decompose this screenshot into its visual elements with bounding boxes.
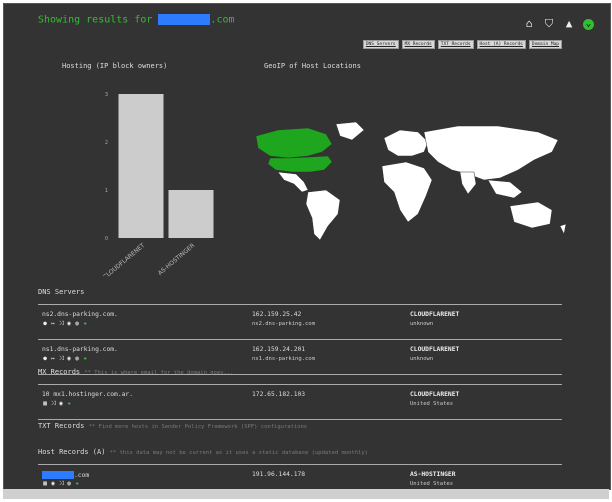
plus-icon[interactable]: ✚ [74, 481, 80, 487]
shuffle-icon[interactable]: ⤨ [58, 356, 64, 362]
globe-icon[interactable]: ● [42, 321, 48, 327]
map-africa [381, 161, 433, 223]
txt-note: ** Find more hosts in Sender Policy Fram… [88, 424, 308, 430]
tab-domain-map[interactable]: Domain Map [528, 40, 562, 49]
map-united-states [267, 155, 333, 173]
map-new-zealand [559, 223, 567, 235]
y-tick-label: 0 [105, 236, 108, 242]
dns-servers-section: DNS Servers ns2.dns-parking.com. ● ↦ ⤨ ◉… [38, 288, 562, 375]
plus-icon[interactable]: ✚ [66, 401, 72, 407]
world-map [255, 122, 567, 241]
dns-country: unknown [410, 356, 434, 362]
row-action-icons: ▦ ⤨ ◉ ✚ [42, 401, 72, 407]
y-tick-label: 1 [105, 188, 108, 194]
host-ip: 191.96.144.178 [252, 471, 306, 478]
host-name: .com [42, 471, 89, 479]
dns-ptr: ns2.dns-parking.com [252, 321, 315, 327]
hosting-title: Hosting (IP block owners) [62, 62, 168, 70]
hosting-bar-chart: 0 1 2 3 CLOUDFLARENET AS-HOSTINGER [102, 92, 214, 276]
host-note: ** this data may not be current as it us… [109, 450, 368, 456]
host-records-section: Host Records (A) ** this data may not be… [38, 448, 562, 489]
row-action-icons: ● ↦ ⤨ ◉ ◍ ✚ [42, 356, 88, 362]
dns-ip: 162.159.25.42 [252, 311, 302, 318]
dns-asn: CLOUDFLARENET [410, 311, 460, 318]
mx-host: 10 mx1.hostinger.com.ar. [42, 391, 133, 398]
tab-dns-servers[interactable]: DNS Servers [362, 40, 399, 49]
title-suffix: .com [210, 14, 235, 26]
mx-records-section: MX Records ** This is where email for th… [38, 368, 562, 420]
mx-section-title: MX Records ** This is where email for th… [38, 368, 234, 376]
host-section-title: Host Records (A) ** this data may not be… [38, 448, 368, 456]
map-greenland [335, 122, 365, 141]
x-tick-label: CLOUDFLARENET [102, 242, 147, 276]
txt-records-section: TXT Records ** Find more hosts in Sender… [38, 422, 562, 430]
camera-icon[interactable]: ◍ [74, 356, 80, 362]
map-south-america [305, 189, 341, 241]
map-australia [509, 201, 553, 229]
mx-country: United States [410, 401, 454, 407]
map-asia [423, 125, 559, 181]
shuffle-icon[interactable]: ⤨ [58, 321, 64, 327]
bar-cloudflarenet [118, 94, 164, 238]
y-tick-label: 3 [105, 92, 108, 98]
tab-txt-records[interactable]: TXT Records [437, 40, 474, 49]
host-country: United States [410, 481, 454, 487]
top-nav-icons: ⌂ ⛉ ▲ ⌄ [523, 18, 594, 30]
dns-host: ns2.dns-parking.com. [42, 311, 118, 318]
graduation-cap-icon[interactable]: ▲ [563, 18, 575, 30]
eye-icon[interactable]: ◉ [58, 401, 64, 407]
table-icon[interactable]: ▦ [42, 481, 48, 487]
table-row: .com ▦ ◉ ⤨ ◍ ✚ 191.96.144.178 AS-HOSTING… [38, 465, 562, 489]
shield-icon[interactable]: ⛉ [543, 18, 555, 30]
eye-icon[interactable]: ◉ [50, 481, 56, 487]
x-tick-label: AS-HOSTINGER [157, 242, 196, 276]
page-title: Showing results for .com [38, 14, 235, 26]
home-icon[interactable]: ⌂ [523, 18, 535, 30]
dns-ip: 162.159.24.201 [252, 346, 306, 353]
title-prefix: Showing results for [38, 14, 153, 26]
section-tabs: DNS Servers MX Records TXT Records Host … [362, 40, 562, 49]
redacted-domain [158, 14, 211, 25]
map-europe [383, 129, 429, 157]
map-southeast-asia [487, 179, 523, 199]
map-canada [255, 127, 333, 159]
dnsdumpster-results-window: Showing results for .com ⌂ ⛉ ▲ ⌄ DNS Ser… [3, 3, 611, 490]
eye-icon[interactable]: ◉ [66, 356, 72, 362]
map-mexico-central-america [277, 171, 309, 193]
plus-icon[interactable]: ✚ [82, 356, 88, 362]
camera-icon[interactable]: ◍ [66, 481, 72, 487]
tab-mx-records[interactable]: MX Records [401, 40, 435, 49]
row-action-icons: ▦ ◉ ⤨ ◍ ✚ [42, 481, 80, 487]
table-icon[interactable]: ▦ [42, 401, 48, 407]
row-action-icons: ● ↦ ⤨ ◉ ◍ ✚ [42, 321, 88, 327]
redacted-host [42, 471, 74, 479]
geoip-title: GeoIP of Host Locations [264, 62, 361, 70]
table-row: 10 mx1.hostinger.com.ar. ▦ ⤨ ◉ ✚ 172.65.… [38, 385, 562, 420]
dns-section-title: DNS Servers [38, 288, 85, 296]
dns-asn: CLOUDFLARENET [410, 346, 460, 353]
eye-icon[interactable]: ◉ [66, 321, 72, 327]
dns-ptr: ns1.dns-parking.com [252, 356, 315, 362]
camera-icon[interactable]: ◍ [74, 321, 80, 327]
bar-as-hostinger [168, 190, 214, 238]
host-asn: AS-HOSTINGER [410, 471, 456, 478]
y-tick-label: 2 [105, 140, 108, 146]
dns-country: unknown [410, 321, 434, 327]
tab-host-records[interactable]: Host (A) Records [476, 40, 526, 49]
mx-asn: CLOUDFLARENET [410, 391, 460, 398]
shuffle-icon[interactable]: ⤨ [50, 401, 56, 407]
txt-section-title: TXT Records ** Find more hosts in Sender… [38, 422, 308, 430]
plus-icon[interactable]: ✚ [82, 321, 88, 327]
chevron-circle-icon[interactable]: ⌄ [583, 18, 594, 30]
sign-in-icon[interactable]: ↦ [50, 356, 56, 362]
horizontal-scrollbar[interactable] [3, 489, 609, 499]
map-india [459, 171, 477, 195]
dns-host: ns1.dns-parking.com. [42, 346, 118, 353]
shuffle-icon[interactable]: ⤨ [58, 481, 64, 487]
sign-in-icon[interactable]: ↦ [50, 321, 56, 327]
mx-note: ** This is where email for the domain go… [84, 370, 234, 376]
table-row: ns2.dns-parking.com. ● ↦ ⤨ ◉ ◍ ✚ 162.159… [38, 305, 562, 340]
globe-icon[interactable]: ● [42, 356, 48, 362]
mx-ip: 172.65.182.103 [252, 391, 306, 398]
